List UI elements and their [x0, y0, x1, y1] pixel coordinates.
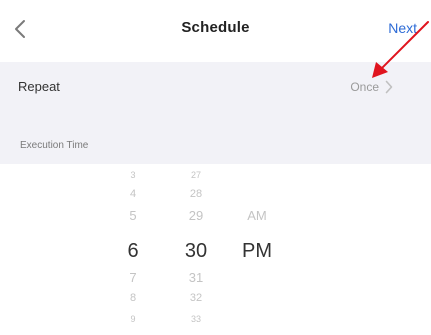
page-title: Schedule — [181, 19, 250, 36]
chevron-right-icon — [385, 80, 393, 94]
repeat-row[interactable]: Repeat Once — [0, 62, 431, 112]
schedule-screen: Schedule Next Repeat Once Execution Time… — [0, 0, 431, 335]
minute-option[interactable]: 28 — [171, 188, 221, 200]
minute-option[interactable]: 30 — [171, 240, 221, 263]
hour-option[interactable]: 6 — [108, 240, 158, 263]
minute-option[interactable]: 33 — [171, 314, 221, 324]
minute-option[interactable]: 32 — [171, 292, 221, 304]
section-header: Execution Time — [0, 112, 431, 164]
next-button[interactable]: Next — [388, 20, 417, 36]
hour-option[interactable]: 5 — [108, 208, 158, 223]
hour-option[interactable]: 8 — [108, 292, 158, 304]
minute-option[interactable]: 29 — [171, 208, 221, 223]
period-option[interactable]: AM — [232, 208, 282, 223]
period-option[interactable]: PM — [232, 240, 282, 263]
minute-wheel[interactable]: 27 28 29 30 31 32 33 — [171, 164, 221, 335]
period-wheel[interactable]: AM PM — [232, 164, 282, 335]
hour-option[interactable]: 4 — [108, 188, 158, 200]
time-picker[interactable]: 3 4 5 6 7 8 9 27 28 29 30 31 32 33 AM PM — [0, 164, 431, 335]
minute-option[interactable]: 31 — [171, 270, 221, 285]
hour-wheel[interactable]: 3 4 5 6 7 8 9 — [108, 164, 158, 335]
hour-option[interactable]: 3 — [108, 170, 158, 180]
execution-time-label: Execution Time — [20, 140, 89, 151]
nav-bar: Schedule Next — [0, 0, 431, 58]
hour-option[interactable]: 7 — [108, 270, 158, 285]
repeat-label: Repeat — [18, 79, 60, 94]
minute-option[interactable]: 27 — [171, 170, 221, 180]
repeat-value: Once — [350, 80, 379, 94]
hour-option[interactable]: 9 — [108, 314, 158, 324]
